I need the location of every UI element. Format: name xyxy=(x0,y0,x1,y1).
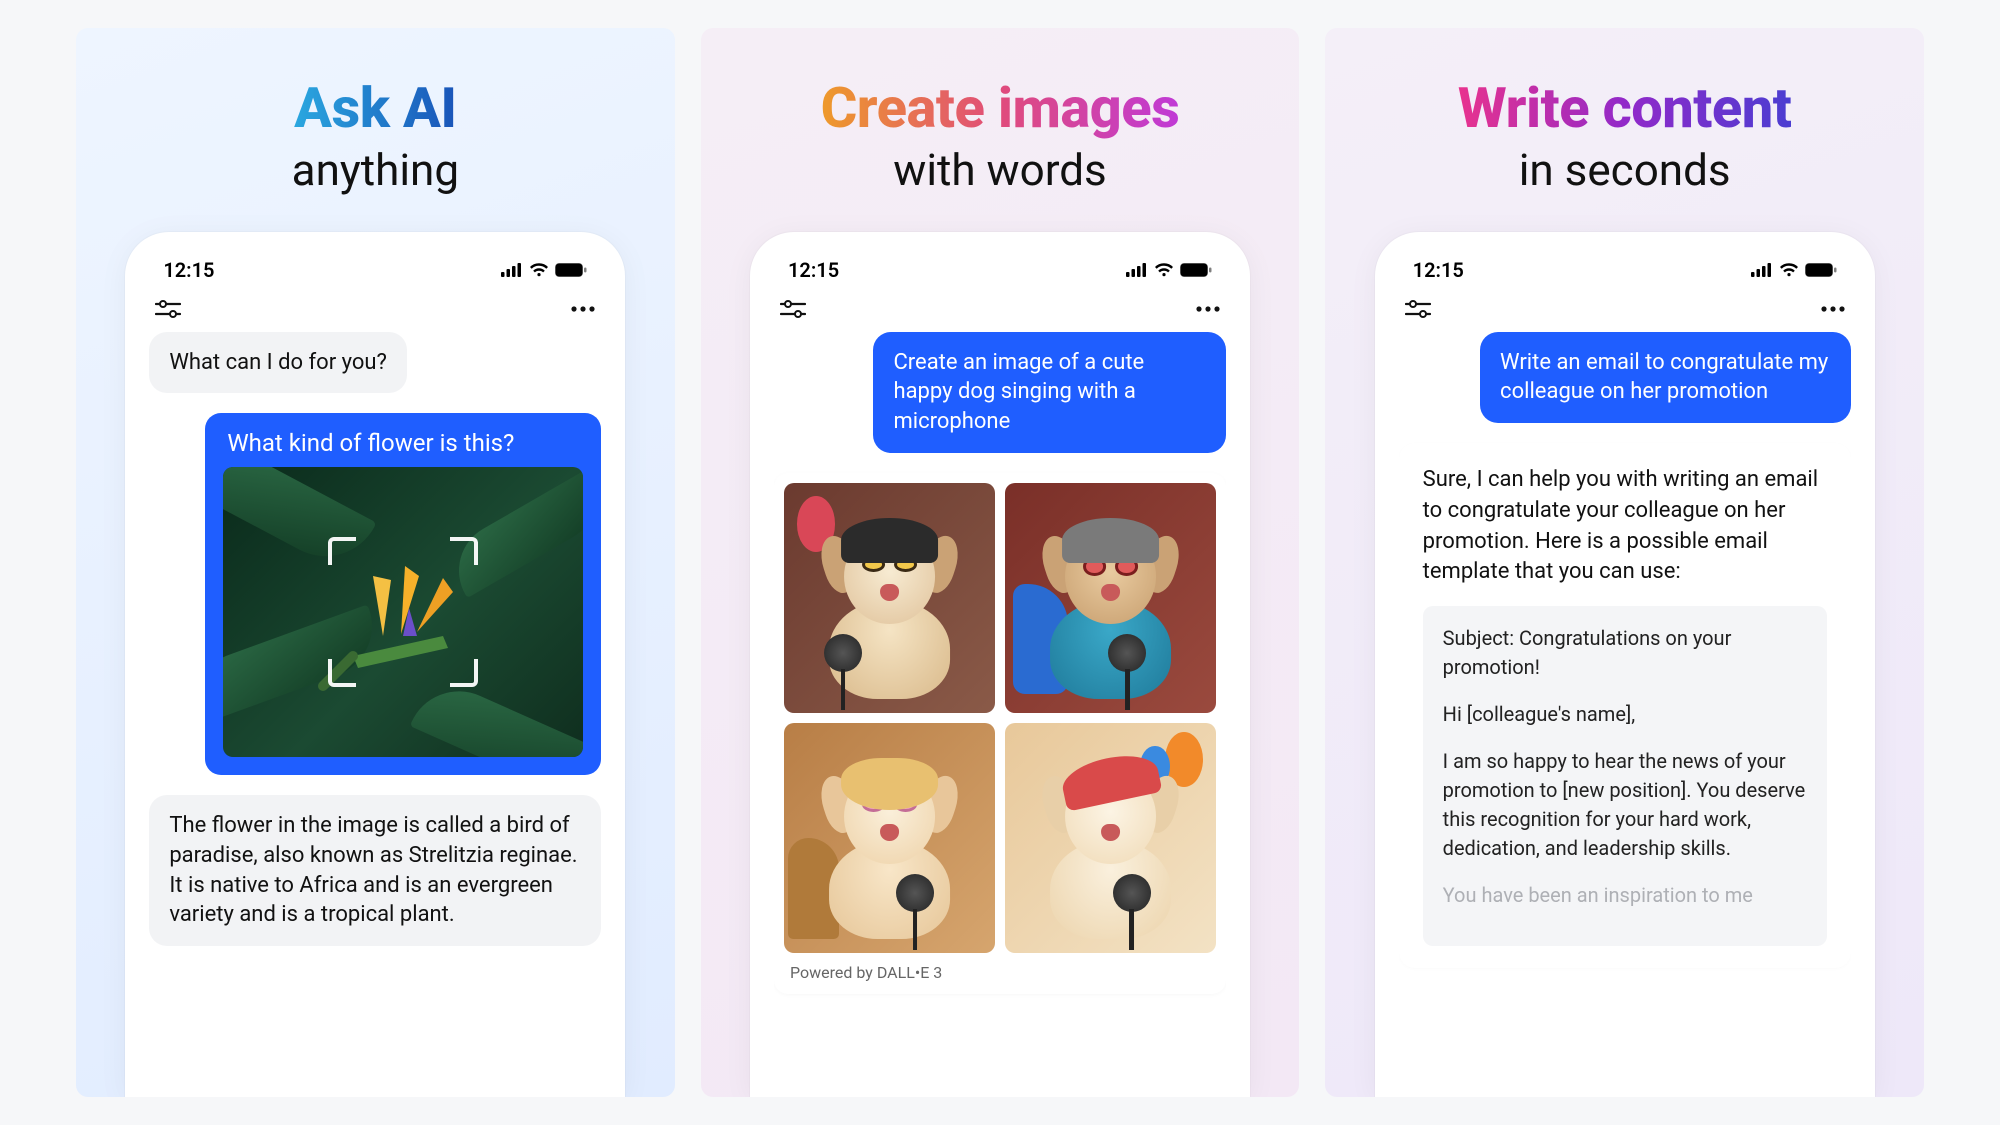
generated-image-grid: Powered by DALL•E 3 xyxy=(774,473,1226,994)
headline-sub: anything xyxy=(292,144,459,196)
ai-answer: The flower in the image is called a bird… xyxy=(149,795,601,946)
headline-top: Create images xyxy=(821,78,1180,140)
panel-create-images: Create images with words 12:15 Create an… xyxy=(701,28,1300,1097)
ai-intro-text: Sure, I can help you with writing an ema… xyxy=(1423,465,1827,588)
status-bar: 12:15 xyxy=(774,258,1226,282)
status-bar: 12:15 xyxy=(1399,258,1851,282)
status-bar: 12:15 xyxy=(149,258,601,282)
wifi-icon xyxy=(529,263,549,277)
chat-area: Create an image of a cute happy dog sing… xyxy=(774,332,1226,1097)
generated-image-1[interactable] xyxy=(784,483,995,713)
headline-top: Ask AI xyxy=(292,78,459,140)
viewfinder-overlay xyxy=(328,537,478,687)
app-store-gallery: Ask AI anything 12:15 xyxy=(0,0,2000,1125)
battery-icon xyxy=(1180,263,1212,277)
status-time: 12:15 xyxy=(163,258,214,282)
email-paragraph-2: You have been an inspiration to me xyxy=(1443,881,1807,910)
status-right xyxy=(1126,263,1212,277)
app-bar xyxy=(1399,282,1851,332)
chat-area: Write an email to congratulate my collea… xyxy=(1399,332,1851,1097)
email-paragraph-1: I am so happy to hear the news of your p… xyxy=(1443,747,1807,863)
email-greeting: Hi [colleague's name], xyxy=(1443,700,1807,729)
battery-icon xyxy=(1805,263,1837,277)
signal-icon xyxy=(501,263,523,277)
status-right xyxy=(1751,263,1837,277)
user-question-text: What kind of flower is this? xyxy=(223,429,583,457)
headline-sub: in seconds xyxy=(1458,144,1792,196)
panel-write-content: Write content in seconds 12:15 Write an … xyxy=(1325,28,1924,1097)
app-bar xyxy=(774,282,1226,332)
app-bar xyxy=(149,282,601,332)
generated-image-3[interactable] xyxy=(784,723,995,953)
email-subject: Subject: Congratulations on your promoti… xyxy=(1443,624,1807,682)
ai-message: What can I do for you? xyxy=(149,332,407,394)
more-icon[interactable] xyxy=(1196,306,1220,312)
wifi-icon xyxy=(1779,263,1799,277)
status-time: 12:15 xyxy=(1413,258,1464,282)
menu-settings-icon[interactable] xyxy=(780,300,806,318)
panel-ask-ai: Ask AI anything 12:15 xyxy=(76,28,675,1097)
user-message: Create an image of a cute happy dog sing… xyxy=(873,332,1226,453)
headline-top: Write content xyxy=(1458,78,1792,140)
phone-mockup: 12:15 Write an email to congratulate my … xyxy=(1375,232,1875,1097)
phone-mockup: 12:15 xyxy=(125,232,625,1097)
status-time: 12:15 xyxy=(788,258,839,282)
generated-image-4[interactable] xyxy=(1005,723,1216,953)
status-right xyxy=(501,263,587,277)
more-icon[interactable] xyxy=(571,306,595,312)
user-message-with-image: What kind of flower is this? xyxy=(205,413,601,775)
signal-icon xyxy=(1751,263,1773,277)
chat-area: What can I do for you? What kind of flow… xyxy=(149,332,601,1097)
user-message: Write an email to congratulate my collea… xyxy=(1480,332,1851,423)
menu-settings-icon[interactable] xyxy=(1405,300,1431,318)
generated-image-2[interactable] xyxy=(1005,483,1216,713)
phone-mockup: 12:15 Create an image of a cute happy do… xyxy=(750,232,1250,1097)
headline: Write content in seconds xyxy=(1458,78,1792,196)
headline-sub: with words xyxy=(821,144,1180,196)
signal-icon xyxy=(1126,263,1148,277)
powered-by-label: Powered by DALL•E 3 xyxy=(784,953,1216,984)
attached-photo[interactable] xyxy=(223,467,583,757)
battery-icon xyxy=(555,263,587,277)
more-icon[interactable] xyxy=(1821,306,1845,312)
headline: Ask AI anything xyxy=(292,78,459,196)
headline: Create images with words xyxy=(821,78,1180,196)
menu-settings-icon[interactable] xyxy=(155,300,181,318)
wifi-icon xyxy=(1154,263,1174,277)
email-body: Hi [colleague's name], I am so happy to … xyxy=(1443,700,1807,910)
ai-response-card: Sure, I can help you with writing an ema… xyxy=(1399,443,1851,968)
email-template: Subject: Congratulations on your promoti… xyxy=(1423,606,1827,946)
